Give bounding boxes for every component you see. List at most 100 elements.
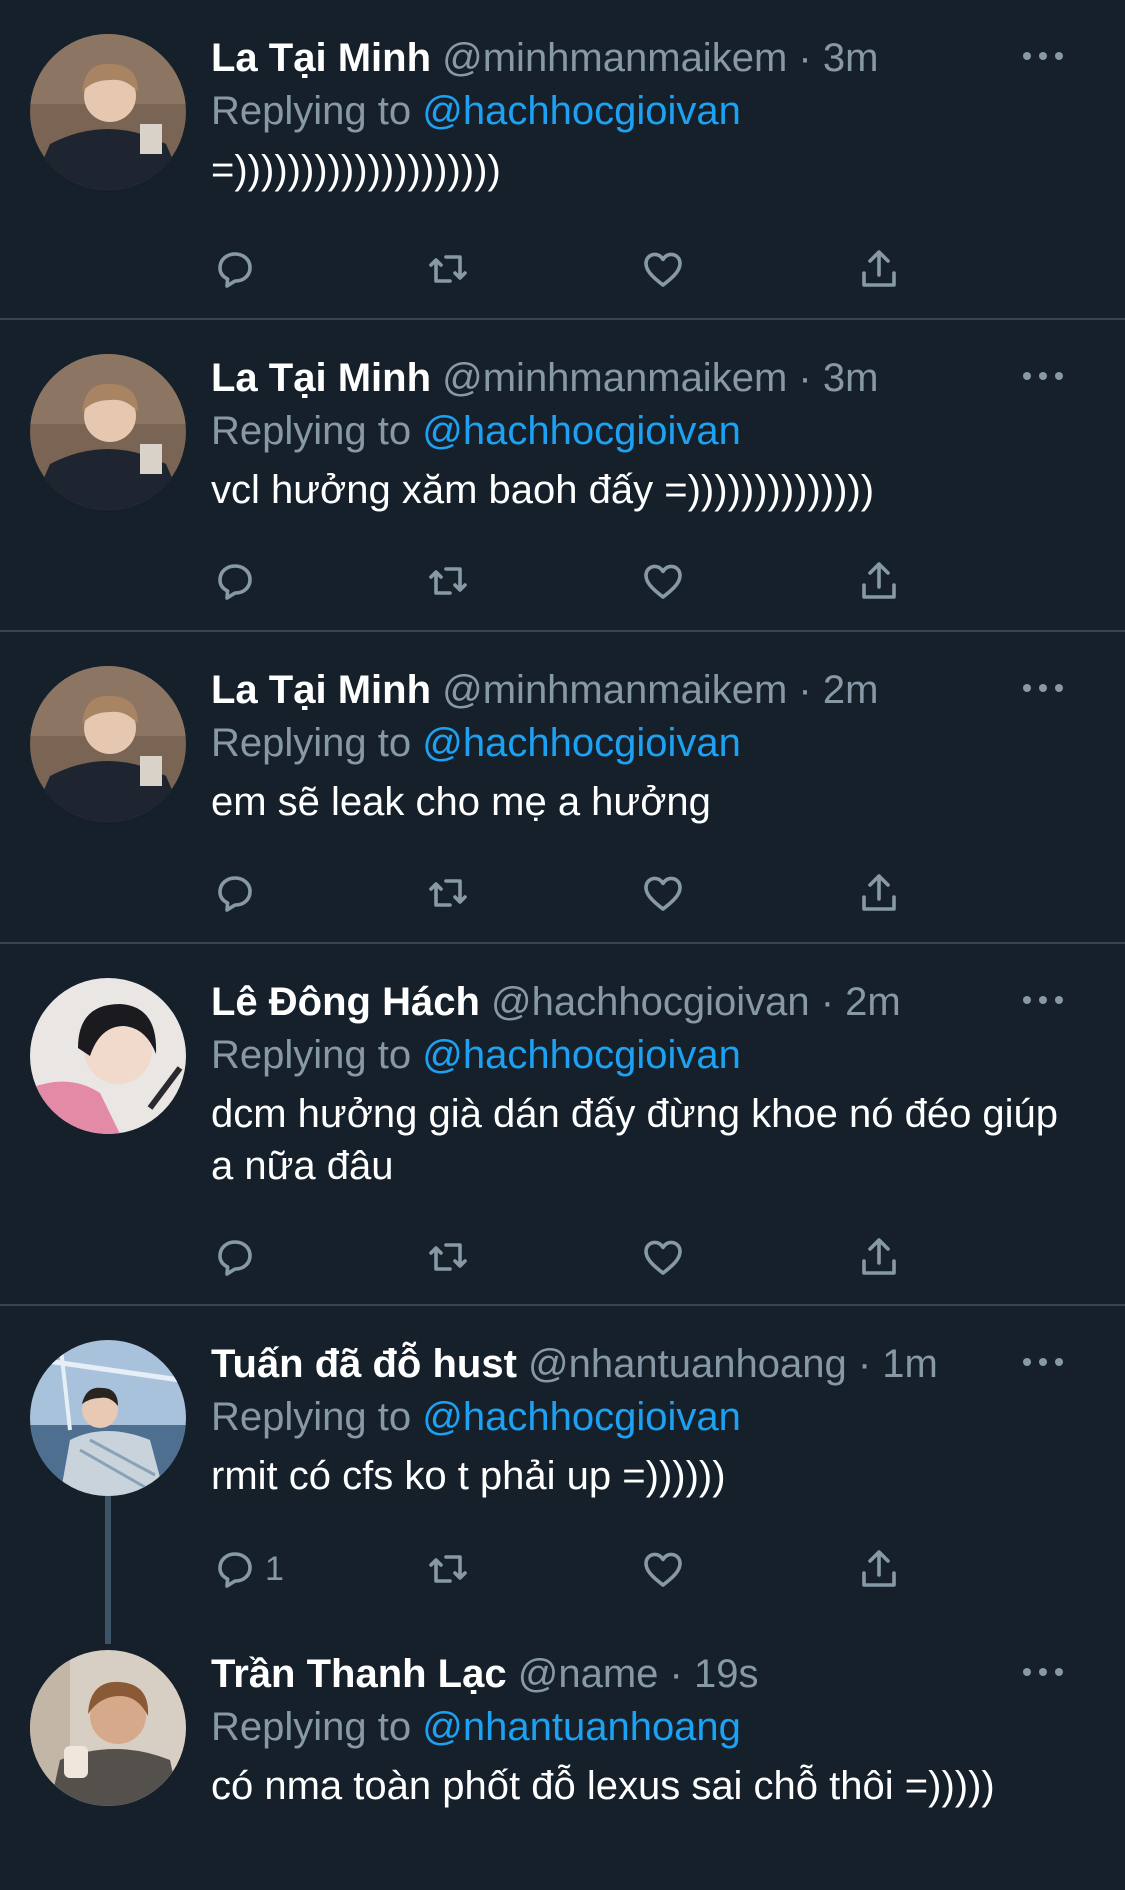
user-handle[interactable]: @minhmanmaikem — [442, 668, 787, 712]
replying-to-label: Replying to — [211, 1395, 412, 1439]
tweet-actions — [211, 1232, 911, 1282]
replying-to-line: Replying to @hachhocgioivan — [211, 718, 1071, 768]
timestamp[interactable]: · 19s — [670, 1652, 759, 1696]
user-handle[interactable]: @minhmanmaikem — [442, 36, 787, 80]
avatar[interactable] — [30, 354, 186, 510]
display-name[interactable]: Lê Đông Hách — [211, 980, 480, 1024]
tweet-content: Trần Thanh Lạc @name · 19s Replying to @… — [211, 1646, 1071, 1812]
timestamp[interactable]: · 1m — [858, 1342, 938, 1386]
display-name[interactable]: La Tại Minh — [211, 356, 431, 400]
retweet-button[interactable] — [424, 1544, 472, 1594]
retweet-icon — [429, 1243, 467, 1271]
retweet-button[interactable] — [424, 244, 472, 294]
like-button[interactable] — [639, 244, 687, 294]
share-button[interactable] — [855, 1544, 903, 1594]
thread-connector — [105, 1616, 111, 1644]
replying-to-label: Replying to — [211, 1705, 412, 1749]
more-options-icon[interactable] — [1023, 1666, 1063, 1678]
avatar[interactable] — [30, 1650, 186, 1806]
reply-icon — [218, 1552, 252, 1588]
heart-icon — [644, 564, 682, 599]
heart-icon — [644, 876, 682, 911]
display-name[interactable]: Tuấn đã đỗ hust — [211, 1342, 517, 1386]
more-options-icon[interactable] — [1023, 994, 1063, 1006]
more-options-icon[interactable] — [1023, 682, 1063, 694]
share-button[interactable] — [855, 244, 903, 294]
reply-button[interactable] — [211, 1232, 265, 1282]
tweet-header: Trần Thanh Lạc @name · 19s — [211, 1646, 1071, 1702]
reply-icon — [218, 1240, 252, 1276]
mention-link[interactable]: @hachhocgioivan — [422, 89, 741, 133]
like-button[interactable] — [639, 1232, 687, 1282]
mention-link[interactable]: @hachhocgioivan — [422, 721, 741, 765]
display-name[interactable]: La Tại Minh — [211, 36, 431, 80]
user-handle[interactable]: @nhantuanhoang — [528, 1342, 847, 1386]
tweet-content: La Tại Minh @minhmanmaikem · 3m Replying… — [211, 30, 1071, 196]
retweet-icon — [429, 1555, 467, 1583]
tweet-content: Lê Đông Hách @hachhocgioivan · 2m Replyi… — [211, 974, 1071, 1192]
retweet-button[interactable] — [424, 1232, 472, 1282]
tweet[interactable]: Tuấn đã đỗ hust @nhantuanhoang · 1m Repl… — [0, 1306, 1125, 1616]
replying-to-line: Replying to @hachhocgioivan — [211, 1030, 1071, 1080]
mention-link[interactable]: @hachhocgioivan — [422, 409, 741, 453]
heart-icon — [644, 252, 682, 287]
tweet-header: Lê Đông Hách @hachhocgioivan · 2m — [211, 974, 1071, 1030]
display-name[interactable]: La Tại Minh — [211, 668, 431, 712]
retweet-icon — [429, 255, 467, 283]
share-icon — [862, 1238, 896, 1275]
tweet-text: rmit có cfs ko t phải up =)))))) — [211, 1454, 726, 1498]
timestamp[interactable]: · 2m — [798, 668, 878, 712]
retweet-icon — [429, 567, 467, 595]
avatar[interactable] — [30, 34, 186, 190]
user-handle[interactable]: @name — [518, 1652, 659, 1696]
tweet-header: La Tại Minh @minhmanmaikem · 2m — [211, 662, 1071, 718]
retweet-button[interactable] — [424, 868, 472, 918]
tweet[interactable]: La Tại Minh @minhmanmaikem · 2m Replying… — [0, 632, 1125, 944]
retweet-button[interactable] — [424, 556, 472, 606]
replying-to-line: Replying to @hachhocgioivan — [211, 86, 1071, 136]
reply-icon — [218, 876, 252, 912]
replying-to-line: Replying to @hachhocgioivan — [211, 406, 1071, 456]
tweet-text: vcl hưởng xăm baoh đấy =)))))))))))))) — [211, 468, 875, 512]
avatar[interactable] — [30, 978, 186, 1134]
avatar[interactable] — [30, 666, 186, 822]
display-name[interactable]: Trần Thanh Lạc — [211, 1652, 507, 1696]
tweet[interactable]: La Tại Minh @minhmanmaikem · 3m Replying… — [0, 0, 1125, 320]
tweet[interactable]: Trần Thanh Lạc @name · 19s Replying to @… — [0, 1616, 1125, 1890]
mention-link[interactable]: @nhantuanhoang — [422, 1705, 741, 1749]
share-button[interactable] — [855, 556, 903, 606]
more-options-icon[interactable] — [1023, 370, 1063, 382]
tweet-header: Tuấn đã đỗ hust @nhantuanhoang · 1m — [211, 1336, 1071, 1392]
share-button[interactable] — [855, 868, 903, 918]
avatar[interactable] — [30, 1340, 186, 1496]
replying-to-label: Replying to — [211, 409, 412, 453]
tweet-header: La Tại Minh @minhmanmaikem · 3m — [211, 350, 1071, 406]
reply-button[interactable] — [211, 556, 265, 606]
more-options-icon[interactable] — [1023, 1356, 1063, 1368]
user-handle[interactable]: @minhmanmaikem — [442, 356, 787, 400]
like-button[interactable] — [639, 1544, 687, 1594]
share-button[interactable] — [855, 1232, 903, 1282]
heart-icon — [644, 1240, 682, 1275]
replying-to-label: Replying to — [211, 721, 412, 765]
share-icon — [862, 250, 896, 287]
user-handle[interactable]: @hachhocgioivan — [491, 980, 810, 1024]
like-button[interactable] — [639, 868, 687, 918]
timestamp[interactable]: · 3m — [798, 356, 878, 400]
mention-link[interactable]: @hachhocgioivan — [422, 1033, 741, 1077]
reply-button[interactable] — [211, 244, 265, 294]
tweet[interactable]: Lê Đông Hách @hachhocgioivan · 2m Replyi… — [0, 944, 1125, 1306]
tweet[interactable]: La Tại Minh @minhmanmaikem · 3m Replying… — [0, 320, 1125, 632]
reply-button[interactable] — [211, 868, 265, 918]
timestamp[interactable]: · 3m — [798, 36, 878, 80]
mention-link[interactable]: @hachhocgioivan — [422, 1395, 741, 1439]
tweet-feed: La Tại Minh @minhmanmaikem · 3m Replying… — [0, 0, 1125, 1890]
more-options-icon[interactable] — [1023, 50, 1063, 62]
like-button[interactable] — [639, 556, 687, 606]
tweet-actions: 1 — [211, 1544, 911, 1594]
reply-button[interactable]: 1 — [211, 1544, 284, 1594]
share-icon — [862, 874, 896, 911]
timestamp[interactable]: · 2m — [821, 980, 901, 1024]
tweet-text: em sẽ leak cho mẹ a hưởng — [211, 780, 711, 824]
tweet-text: =)))))))))))))))))))) — [211, 148, 501, 192]
